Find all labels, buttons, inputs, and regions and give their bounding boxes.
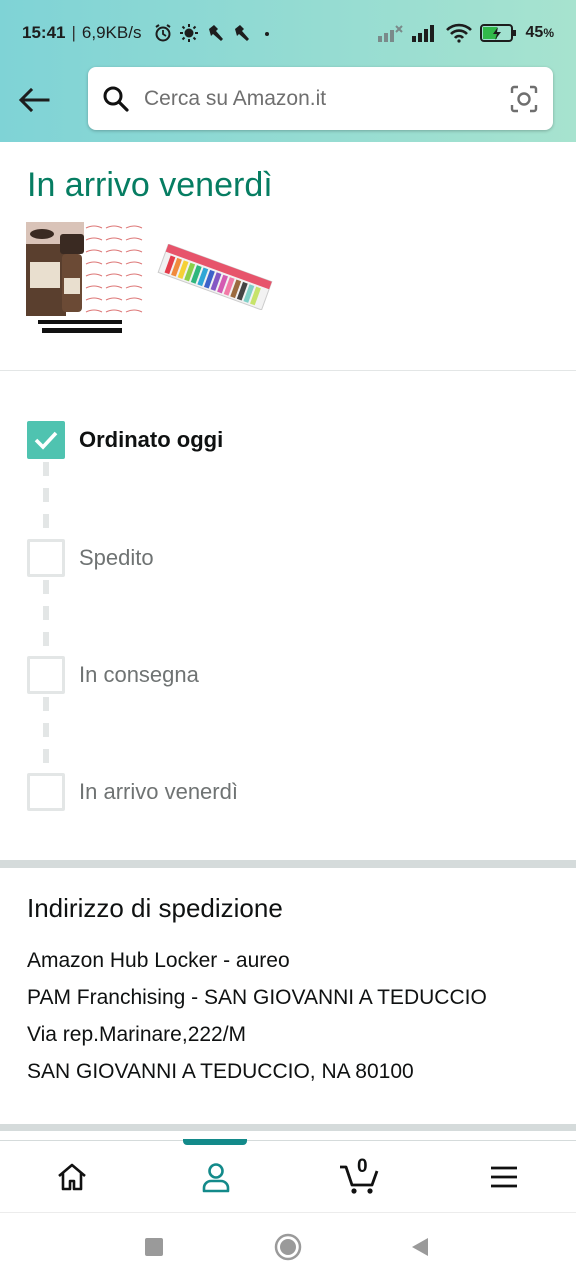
back-button[interactable] xyxy=(14,80,54,120)
tracker-connector xyxy=(43,580,49,660)
menu-icon xyxy=(491,1166,517,1188)
bottom-navigation: 0 xyxy=(0,1139,576,1213)
battery-level: 45% xyxy=(525,24,554,41)
hammer-icon xyxy=(209,25,224,41)
signal-icon xyxy=(411,25,434,42)
step-label: Spedito xyxy=(79,545,154,570)
network-speed: 6,9KB/s xyxy=(81,23,142,42)
status-bar: 15:41 | 6,9KB/s 45% xyxy=(22,23,554,43)
camera-icon[interactable] xyxy=(509,84,539,114)
section-divider xyxy=(0,1124,576,1131)
search-input[interactable]: Cerca su Amazon.it xyxy=(144,87,509,111)
tracker-step-ordered: Ordinato oggi xyxy=(27,421,223,459)
status-time: 15:41 xyxy=(22,23,66,42)
product-image-markers[interactable] xyxy=(156,244,274,310)
address-line: SAN GIOVANNI A TEDUCCIO, NA 80100 xyxy=(27,1060,414,1083)
search-bar[interactable]: Cerca su Amazon.it xyxy=(88,67,553,130)
address-line: Amazon Hub Locker - aureo xyxy=(27,949,290,972)
step-checkbox xyxy=(27,656,65,694)
address-line: Via rep.Marinare,222/M xyxy=(27,1023,247,1046)
step-label: Ordinato oggi xyxy=(79,427,224,452)
tracker-connector xyxy=(43,697,49,777)
home-icon xyxy=(58,1163,86,1191)
delivery-status-title: In arrivo venerdì xyxy=(27,166,273,204)
signal-weak-icon xyxy=(377,25,403,42)
step-checkbox xyxy=(27,539,65,577)
hammer-icon xyxy=(235,25,250,41)
step-checkbox xyxy=(27,421,65,459)
back-system-button[interactable] xyxy=(390,1213,450,1280)
step-label: In arrivo venerdì xyxy=(79,779,238,804)
checkmark-icon xyxy=(34,431,58,450)
address-line: PAM Franchising - SAN GIOVANNI A TEDUCCI… xyxy=(27,986,487,1009)
product-image-eyebrow-kit[interactable] xyxy=(26,222,144,336)
step-checkbox xyxy=(27,773,65,811)
cart-count: 0 xyxy=(357,1156,368,1177)
section-divider xyxy=(0,860,576,868)
step-label: In consegna xyxy=(79,662,199,687)
tracker-step-shipped: Spedito xyxy=(27,539,154,577)
tracker-connector xyxy=(43,462,49,542)
recent-apps-button[interactable] xyxy=(124,1213,184,1280)
home-system-button[interactable] xyxy=(258,1213,318,1280)
nav-account[interactable] xyxy=(144,1141,288,1213)
circle-icon xyxy=(274,1233,302,1261)
wifi-icon xyxy=(445,23,472,43)
square-icon xyxy=(145,1238,163,1256)
account-icon xyxy=(202,1163,230,1193)
tracker-step-out-for-delivery: In consegna xyxy=(27,656,199,694)
divider xyxy=(0,370,576,371)
battery-charging-icon xyxy=(479,24,516,42)
back-arrow-icon xyxy=(18,87,50,113)
brightness-icon xyxy=(180,24,199,42)
alarm-icon xyxy=(155,24,172,42)
nav-menu[interactable] xyxy=(432,1141,576,1213)
system-navigation-bar xyxy=(0,1212,576,1280)
nav-cart[interactable]: 0 xyxy=(288,1141,432,1213)
nav-home[interactable] xyxy=(0,1141,144,1213)
dot-icon xyxy=(265,32,270,36)
shipping-address-title: Indirizzo di spedizione xyxy=(27,893,283,923)
triangle-back-icon xyxy=(412,1238,428,1256)
tracker-step-arriving: In arrivo venerdì xyxy=(27,773,238,811)
search-icon xyxy=(103,86,129,112)
